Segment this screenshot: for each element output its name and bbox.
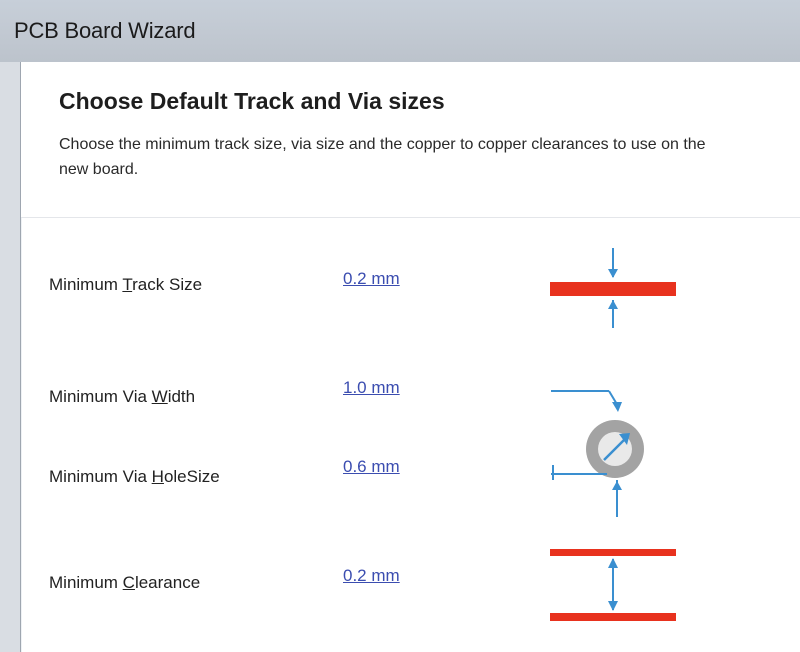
via-bottom-arrowhead — [612, 481, 622, 490]
via-diagram — [551, 390, 644, 517]
clearance-diagram — [550, 549, 676, 621]
track-copper-bar — [550, 282, 676, 296]
track-size-diagram — [550, 248, 676, 328]
window-titlebar[interactable]: PCB Board Wizard — [0, 0, 800, 62]
clearance-arrowhead-top — [608, 558, 618, 568]
dimension-diagrams — [550, 248, 676, 621]
clearance-bottom-copper — [550, 613, 676, 621]
track-arrowhead-top — [608, 269, 618, 278]
via-width-arrowhead — [612, 402, 622, 412]
track-arrowhead-bottom — [608, 300, 618, 309]
clearance-arrowhead-bottom — [608, 601, 618, 611]
wizard-page: Choose Default Track and Via sizes Choos… — [20, 62, 800, 652]
clearance-top-copper — [550, 549, 676, 556]
window-title: PCB Board Wizard — [14, 18, 196, 43]
